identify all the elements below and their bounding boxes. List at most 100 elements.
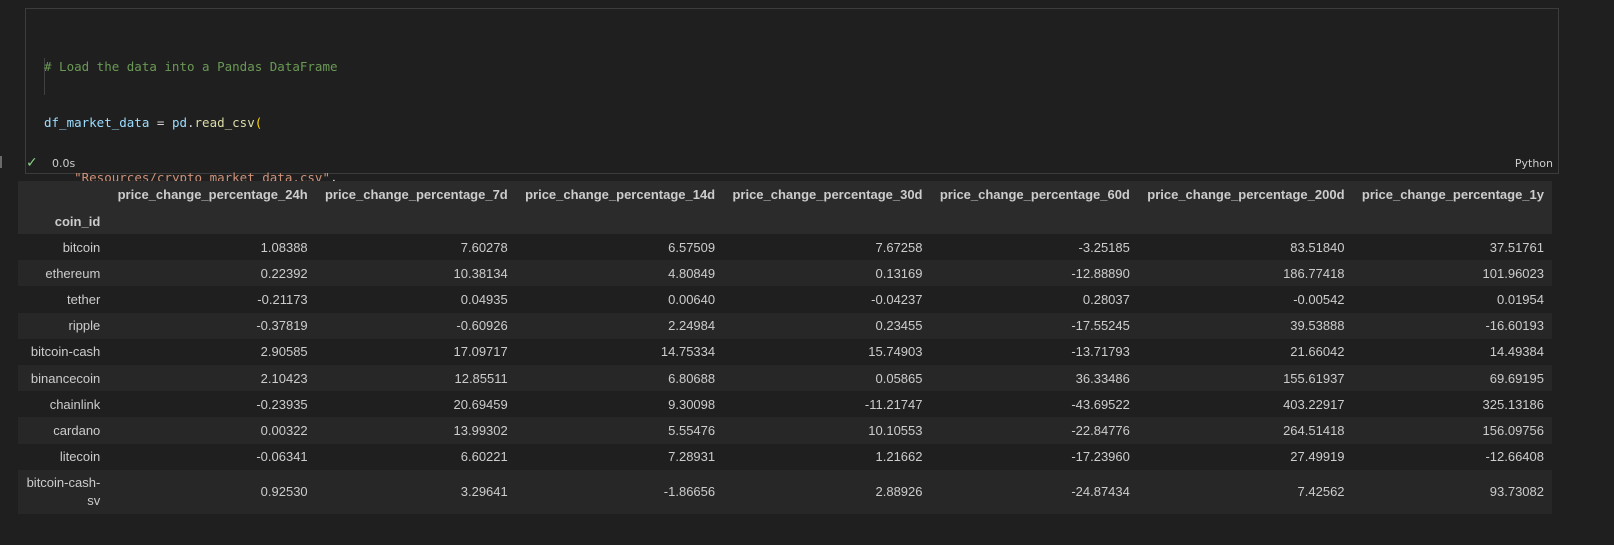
- table-cell: 6.57509: [668, 239, 716, 255]
- table-row: bitcoin-cash-sv 0.92530 3.29641 -1.86656 2.8…: [18, 469, 1552, 514]
- table-cell: 69.69195: [1489, 370, 1544, 386]
- dataframe-table: price_change_percentage_24h price_change…: [18, 181, 1552, 514]
- table-cell: 14.49384: [1489, 344, 1544, 360]
- table-cell: 1.08388: [260, 239, 308, 255]
- table-cell: 7.28931: [668, 449, 716, 465]
- execution-gutter-marker: [0, 156, 2, 168]
- table-cell: 264.51418: [1283, 422, 1345, 438]
- table-cell: 0.28037: [1082, 291, 1130, 307]
- column-header: price_change_percentage_1y: [1352, 181, 1552, 208]
- table-cell: -11.21747: [864, 396, 923, 412]
- index-name-row: coin_id: [18, 208, 1552, 234]
- table-cell: 12.85511: [454, 370, 508, 386]
- row-index-label: bitcoin: [62, 239, 101, 255]
- table-cell: 0.92530: [260, 484, 308, 500]
- table-cell: 0.23455: [875, 318, 923, 334]
- row-index-label: ethereum: [45, 265, 101, 281]
- table-cell: 0.00640: [668, 291, 716, 307]
- table-cell: 37.51761: [1489, 239, 1544, 255]
- table-cell: 36.33486: [1075, 370, 1130, 386]
- table-cell: 14.75334: [660, 344, 716, 360]
- table-cell: 7.67258: [875, 239, 923, 255]
- cell-status-bar: ✓ 0.0s Python: [26, 155, 1558, 173]
- table-row: litecoin -0.06341 6.60221 7.28931 1.21662 -17…: [18, 443, 1552, 470]
- table-cell: 10.38134: [453, 265, 508, 281]
- column-header-row: price_change_percentage_24h price_change…: [18, 181, 1552, 208]
- table-row: cardano 0.00322 13.99302 5.55476 10.10553 -22…: [18, 417, 1552, 444]
- table-cell: 5.55476: [668, 422, 716, 438]
- table-cell: -0.23935: [256, 396, 308, 412]
- table-cell: -22.84776: [1071, 422, 1130, 438]
- code-function: read_csv: [194, 114, 255, 130]
- cell-output: price_change_percentage_24h price_change…: [18, 181, 1552, 514]
- table-cell: -0.60926: [456, 318, 508, 334]
- table-cell: -0.06341: [256, 449, 308, 465]
- table-cell: 2.90585: [260, 344, 308, 360]
- table-cell: 21.66042: [1290, 344, 1345, 360]
- column-header: price_change_percentage_14d: [515, 181, 724, 208]
- table-cell: 1.21662: [875, 449, 923, 465]
- table-cell: -0.37819: [256, 318, 308, 334]
- table-cell: 6.60221: [460, 449, 508, 465]
- index-corner-cell: [18, 181, 109, 208]
- table-cell: 6.80688: [668, 370, 716, 386]
- table-cell: -17.23960: [1071, 449, 1130, 465]
- table-cell: 0.01954: [1497, 291, 1544, 307]
- row-index-label: litecoin: [59, 449, 101, 465]
- table-cell: 7.60278: [460, 239, 508, 255]
- table-cell: 0.00322: [260, 422, 308, 438]
- table-cell: 3.29641: [460, 484, 508, 500]
- column-header: price_change_percentage_30d: [723, 181, 931, 208]
- table-cell: 155.61937: [1283, 370, 1345, 386]
- row-index-label: chainlink: [49, 396, 101, 412]
- table-cell: 403.22917: [1283, 396, 1345, 412]
- code-line: df_market_data = pd.read_csv(: [44, 114, 338, 133]
- table-cell: 0.04935: [460, 291, 508, 307]
- code-dot: .: [187, 114, 195, 130]
- row-index-label: bitcoin-cash: [30, 344, 101, 360]
- table-cell: 10.10553: [868, 422, 923, 438]
- table-cell: -12.66408: [1485, 449, 1544, 465]
- table-row: tether -0.21173 0.04935 0.00640 -0.04237 0.28…: [18, 286, 1552, 313]
- table-cell: -0.21173: [257, 291, 308, 307]
- row-index-label: cardano: [53, 422, 101, 438]
- table-cell: 39.53888: [1290, 318, 1345, 334]
- code-line: # Load the data into a Pandas DataFrame: [44, 58, 338, 77]
- code-paren: (: [254, 114, 263, 130]
- table-cell: 186.77418: [1283, 265, 1345, 281]
- table-row: binancecoin 2.10423 12.85511 6.80688 0.05865…: [18, 364, 1552, 392]
- table-cell: 93.73082: [1489, 484, 1544, 500]
- column-header: price_change_percentage_200d: [1137, 181, 1353, 208]
- table-cell: 0.13169: [875, 265, 923, 281]
- table-row: bitcoin 1.08388 7.60278 6.57509 7.67258 -3.25…: [18, 234, 1552, 261]
- table-cell: 0.22392: [260, 265, 308, 281]
- table-cell: -0.04237: [871, 291, 923, 307]
- table-cell: -0.00542: [1293, 291, 1345, 307]
- row-index-label: tether: [67, 291, 101, 307]
- table-cell: -17.55245: [1071, 318, 1130, 334]
- column-header: price_change_percentage_60d: [930, 181, 1138, 208]
- table-cell: 7.42562: [1297, 484, 1345, 500]
- table-cell: -1.86656: [663, 484, 716, 500]
- index-name: coin_id: [18, 208, 109, 234]
- table-cell: 4.80849: [668, 265, 716, 281]
- table-cell: -16.60193: [1485, 318, 1544, 334]
- code-module: pd: [171, 114, 187, 130]
- column-header: price_change_percentage_7d: [315, 181, 516, 208]
- table-cell: -12.88890: [1071, 265, 1130, 281]
- table-row: bitcoin-cash 2.90585 17.09717 14.75334 15.74…: [18, 338, 1552, 365]
- row-index-label: ripple: [68, 318, 101, 334]
- table-cell: 2.24984: [668, 318, 716, 334]
- table-cell: 9.30098: [668, 396, 716, 412]
- execution-time: 0.0s: [52, 157, 76, 170]
- cell-language[interactable]: Python: [1515, 157, 1553, 170]
- table-cell: 156.09756: [1482, 422, 1544, 438]
- table-row: ripple -0.37819 -0.60926 2.24984 0.23455 -17.…: [18, 312, 1552, 339]
- success-check-icon: ✓: [26, 155, 38, 171]
- table-row: ethereum 0.22392 10.38134 4.80849 0.13169 -12…: [18, 260, 1552, 287]
- row-index-label: bitcoin-cash-sv: [26, 474, 101, 508]
- table-row: chainlink -0.23935 20.69459 9.30098 -11.2174…: [18, 391, 1552, 418]
- table-cell: -24.87434: [1071, 484, 1130, 500]
- column-header: price_change_percentage_24h: [108, 181, 316, 208]
- code-cell[interactable]: # Load the data into a Pandas DataFrame …: [25, 8, 1559, 407]
